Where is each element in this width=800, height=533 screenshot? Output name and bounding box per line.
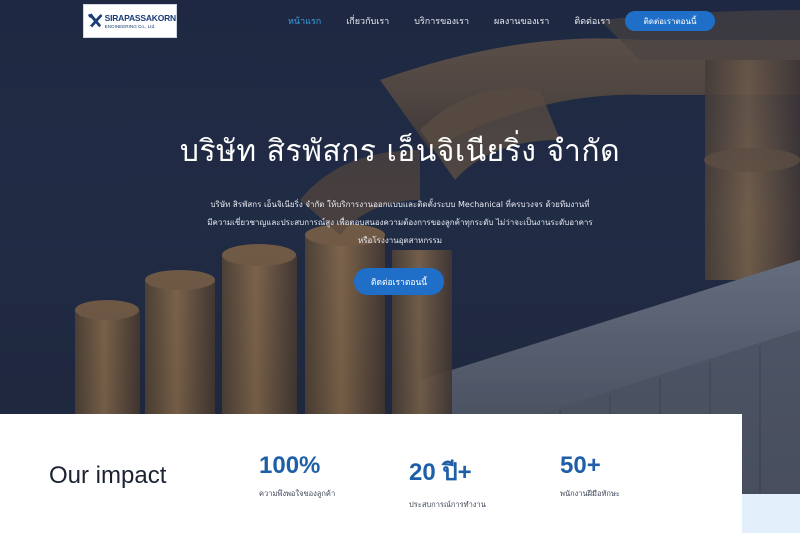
impact-side-panel — [742, 494, 800, 533]
stat-value: 20 ปี+ — [409, 459, 472, 486]
stat-staff: 50+ พนักงานฝีมือทักษะ — [560, 452, 620, 500]
stat-value: 100% — [259, 452, 321, 479]
impact-title: Our impact — [49, 462, 167, 489]
hero-contact-button[interactable]: ติดต่อเราตอนนี้ — [354, 268, 444, 295]
stat-label: ประสบการณ์การทำงาน — [409, 500, 486, 509]
hero-description-line: หรือโรงงานอุตสาหกรรม — [357, 236, 443, 245]
company-logo[interactable]: SIRAPASSAKORN ENGINEERING Co., Ltd. — [83, 4, 177, 38]
nav-item-services[interactable]: บริการของเรา — [414, 14, 469, 28]
stat-satisfaction: 100% ความพึงพอใจของลูกค้า — [259, 452, 335, 500]
nav-item-about[interactable]: เกี่ยวกับเรา — [346, 14, 389, 28]
nav-item-home[interactable]: หน้าแรก — [288, 14, 321, 28]
stat-experience: 20 ปี+ ประสบการณ์การทำงาน — [409, 452, 486, 511]
header-contact-button[interactable]: ติดต่อเราตอนนี้ — [625, 11, 715, 31]
hero-description-line: บริษัท สิรพัสกร เอ็นจิเนียริ่ง จำกัด ให้… — [210, 200, 590, 209]
impact-section: Our impact 100% ความพึงพอใจของลูกค้า 20 … — [0, 414, 742, 533]
logo-name: SIRAPASSAKORN — [104, 13, 177, 23]
nav-item-portfolio[interactable]: ผลงานของเรา — [494, 14, 549, 28]
logo-subtitle: ENGINEERING Co., Ltd. — [104, 24, 156, 29]
stat-label: ความพึงพอใจของลูกค้า — [259, 489, 336, 498]
page: SIRAPASSAKORN ENGINEERING Co., Ltd. หน้า… — [0, 0, 800, 533]
nav-item-contact[interactable]: ติดต่อเรา — [574, 14, 610, 28]
stat-value: 50+ — [560, 452, 601, 479]
stat-label: พนักงานฝีมือทักษะ — [560, 489, 620, 498]
main-nav: หน้าแรก เกี่ยวกับเรา บริการของเรา ผลงานข… — [288, 14, 662, 28]
hero-title: บริษัท สิรพัสกร เอ็นจิเนียริ่ง จำกัด — [179, 134, 621, 169]
site-header: SIRAPASSAKORN ENGINEERING Co., Ltd. หน้า… — [0, 0, 800, 44]
hero-description-line: มีความเชี่ยวชาญและประสบการณ์สูง เพื่อตอบ… — [207, 218, 593, 227]
hero-description: บริษัท สิรพัสกร เอ็นจิเนียริ่ง จำกัด ให้… — [205, 196, 595, 250]
tools-logo-icon — [87, 13, 103, 29]
